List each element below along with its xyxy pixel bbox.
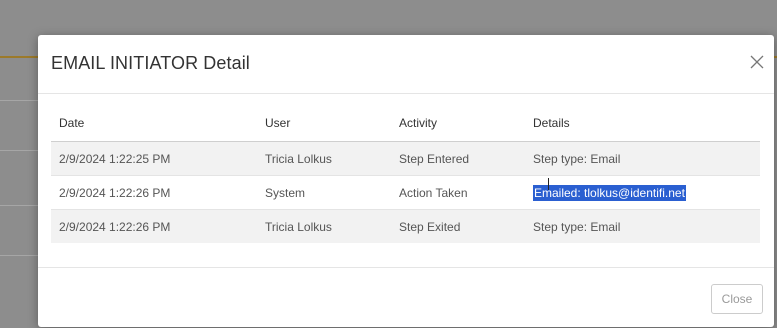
backdrop-accent-line — [0, 56, 40, 58]
table-header-row: Date User Activity Details — [51, 105, 760, 142]
cell-user: Tricia Lolkus — [257, 209, 391, 243]
activity-detail-modal: EMAIL INITIATOR Detail Date User Activit… — [38, 35, 774, 327]
text-cursor-icon — [548, 178, 549, 190]
selected-details-text[interactable]: Emailed: tlolkus@identifi.net — [533, 184, 686, 201]
cell-details[interactable]: Emailed: tlolkus@identifi.net — [525, 175, 760, 210]
cell-user: System — [257, 175, 391, 210]
cell-date: 2/9/2024 1:22:26 PM — [51, 175, 257, 210]
column-header-details[interactable]: Details — [525, 105, 760, 142]
column-header-activity[interactable]: Activity — [391, 105, 525, 142]
close-button[interactable]: Close — [711, 284, 763, 314]
table-row[interactable]: 2/9/2024 1:22:25 PM Tricia Lolkus Step E… — [51, 141, 760, 176]
cell-details: Step type: Email — [525, 209, 760, 243]
backdrop-divider — [0, 100, 40, 101]
modal-header: EMAIL INITIATOR Detail — [38, 35, 774, 94]
backdrop-divider — [0, 150, 40, 151]
cell-activity: Step Entered — [391, 141, 525, 176]
cell-date: 2/9/2024 1:22:26 PM — [51, 209, 257, 243]
cell-user: Tricia Lolkus — [257, 141, 391, 176]
table-row[interactable]: 2/9/2024 1:22:26 PM Tricia Lolkus Step E… — [51, 209, 760, 243]
backdrop-divider — [0, 255, 40, 256]
cell-activity: Step Exited — [391, 209, 525, 243]
modal-title: EMAIL INITIATOR Detail — [51, 53, 250, 73]
cell-activity: Action Taken — [391, 175, 525, 210]
table-row[interactable]: 2/9/2024 1:22:26 PM System Action Taken … — [51, 175, 760, 210]
close-icon[interactable] — [744, 49, 770, 75]
backdrop-divider — [0, 205, 40, 206]
cell-details: Step type: Email — [525, 141, 760, 176]
column-header-user[interactable]: User — [257, 105, 391, 142]
modal-footer: Close — [38, 267, 774, 328]
column-header-date[interactable]: Date — [51, 105, 257, 142]
cell-date: 2/9/2024 1:22:25 PM — [51, 141, 257, 176]
activity-table: Date User Activity Details 2/9/2024 1:22… — [51, 105, 760, 243]
